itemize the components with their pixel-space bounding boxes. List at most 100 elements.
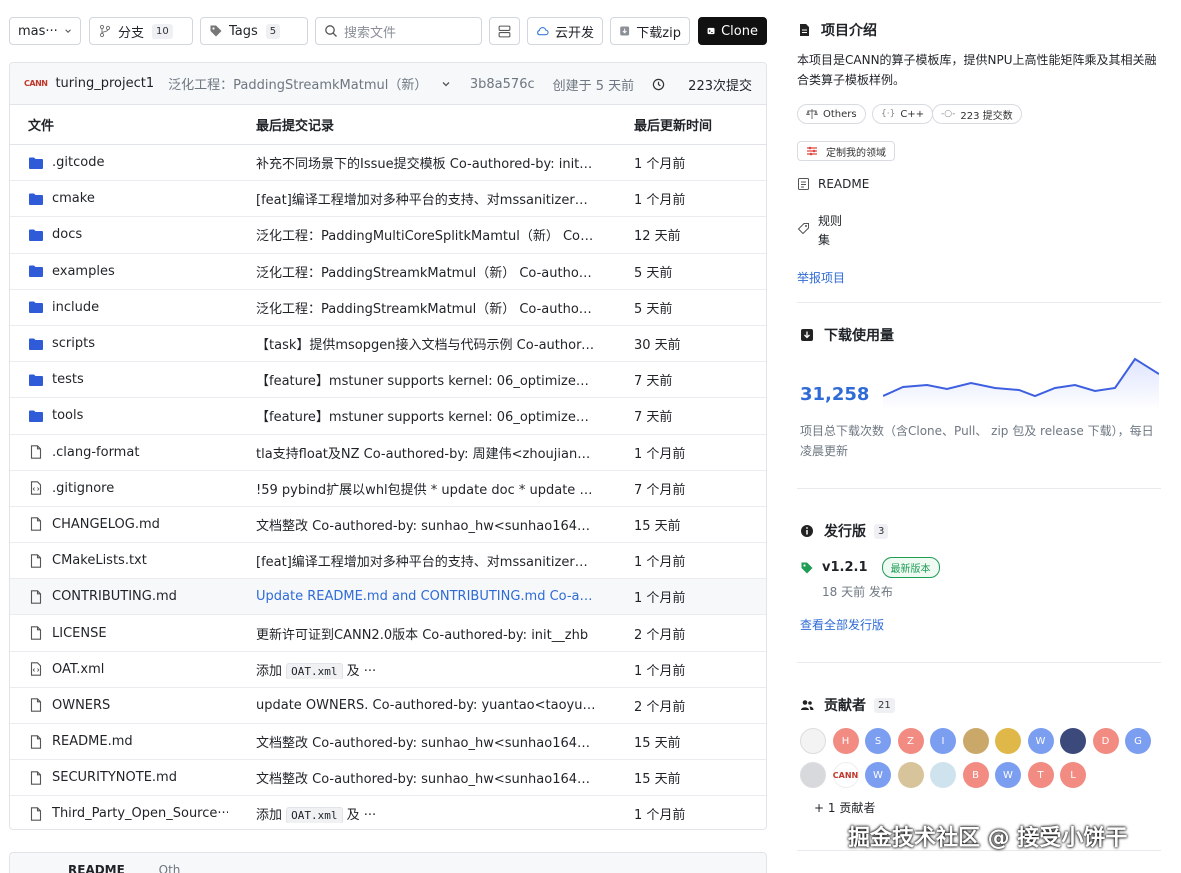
file-name-cell[interactable]: CHANGELOG.md [28, 517, 228, 532]
file-name-cell[interactable]: CONTRIBUTING.md [28, 589, 228, 604]
file-name-cell[interactable]: .gitcode [28, 155, 228, 170]
table-row[interactable]: OWNERS update OWNERS. Co-authored-by: yua… [10, 688, 766, 724]
commit-message-cell[interactable]: 文档整改 Co-authored-by: sunhao_hw<sunhao164… [256, 732, 596, 751]
file-name-cell[interactable]: docs [28, 227, 228, 242]
table-row[interactable]: scripts 【task】提供msopgen接入文档与代码示例 Co-autho… [10, 326, 766, 363]
storage-button[interactable] [489, 17, 520, 45]
readme-tab[interactable]: README [68, 863, 125, 873]
language-pill[interactable]: {·} C++ [872, 104, 934, 124]
commit-author[interactable]: turing_project1 [55, 76, 154, 91]
commit-message-cell[interactable]: 泛化工程：PaddingStreamkMatmul（新） Co-authored… [256, 298, 596, 317]
table-row[interactable]: .gitcode 补充不同场景下的Issue提交模板 Co-authored-by… [10, 145, 766, 182]
commit-message-cell[interactable]: 文档整改 Co-authored-by: sunhao_hw<sunhao164… [256, 768, 596, 787]
file-name-cell[interactable]: examples [28, 264, 228, 279]
file-search-input[interactable]: 搜索文件 [315, 17, 482, 45]
tags-button[interactable]: Tags 5 [200, 17, 308, 45]
custom-domain-pill[interactable]: 定制我的领域 [797, 141, 895, 161]
contributor-avatar[interactable]: S [865, 728, 891, 754]
file-name-cell[interactable]: .gitignore [28, 481, 228, 496]
license-pill[interactable]: Others [797, 104, 866, 124]
table-row[interactable]: LICENSE 更新许可证到CANN2.0版本 Co-authored-by: i… [10, 615, 766, 652]
file-name-cell[interactable]: include [28, 300, 228, 315]
commit-message-cell[interactable]: 泛化工程：PaddingStreamkMatmul（新） Co-authored… [256, 262, 596, 281]
commit-message-cell[interactable]: 更新许可证到CANN2.0版本 Co-authored-by: init__zh… [256, 624, 596, 643]
view-all-releases-link[interactable]: 查看全部发行版 [800, 616, 884, 633]
table-row[interactable]: include 泛化工程：PaddingStreamkMatmul（新） Co-a… [10, 290, 766, 326]
commit-message-cell[interactable]: Update README.md and CONTRIBUTING.md Co-… [256, 589, 596, 604]
file-name-cell[interactable]: scripts [28, 336, 228, 351]
commit-message-cell[interactable]: 补充不同场景下的Issue提交模板 Co-authored-by: init__… [256, 153, 596, 172]
file-name-cell[interactable]: CMakeLists.txt [28, 553, 228, 568]
file-name-cell[interactable]: OAT.xml [28, 662, 228, 677]
commit-message[interactable]: 泛化工程：PaddingStreamkMatmul（新） [168, 74, 427, 93]
contributor-avatar[interactable] [897, 762, 924, 788]
file-name-cell[interactable]: Third_Party_Open_Source··· [28, 806, 228, 821]
table-row[interactable]: CHANGELOG.md 文档整改 Co-authored-by: sunhao_… [10, 507, 766, 544]
contributor-avatar[interactable]: B [962, 762, 989, 788]
file-name-cell[interactable]: tests [28, 372, 228, 387]
commit-message-cell[interactable]: 文档整改 Co-authored-by: sunhao_hw<sunhao164… [256, 515, 596, 534]
download-zip-button[interactable]: 下载zip [610, 17, 690, 45]
branches-button[interactable]: 分支 10 [89, 17, 193, 45]
table-row[interactable]: CONTRIBUTING.md Update README.md and CONT… [10, 579, 766, 616]
commit-message-cell[interactable]: tla支持float及NZ Co-authored-by: 周建伟<zhouji… [256, 443, 596, 462]
readme-link[interactable]: README [797, 177, 869, 191]
table-row[interactable]: SECURITYNOTE.md 文档整改 Co-authored-by: sunh… [10, 760, 766, 797]
table-row[interactable]: docs 泛化工程：PaddingMultiCoreSplitkMamtul（新）… [10, 217, 766, 254]
other-tab[interactable]: Oth [159, 863, 181, 873]
commit-count-link[interactable]: 223次提交 [652, 75, 752, 94]
table-row[interactable]: OAT.xml 添加 OAT.xml 及 ··· 1 个月前 [10, 652, 766, 688]
chevron-down-icon[interactable] [441, 79, 451, 89]
file-name-cell[interactable]: README.md [28, 734, 228, 749]
commit-message-cell[interactable]: !59 pybind扩展以whl包提供 * update doc * updat… [256, 479, 596, 498]
more-contributors-link[interactable]: + 1 贡献者 [814, 799, 875, 816]
commit-message-cell[interactable]: 【task】提供msopgen接入文档与代码示例 Co-authored-by [256, 334, 596, 353]
commits-pill[interactable]: -○- 223 提交数 [932, 104, 1022, 124]
table-row[interactable]: examples 泛化工程：PaddingStreamkMatmul（新） Co-… [10, 254, 766, 290]
file-name-cell[interactable]: cmake [28, 191, 228, 206]
table-row[interactable]: tools 【feature】mstuner supports kernel: 0… [10, 398, 766, 435]
commit-message-cell[interactable]: 泛化工程：PaddingMultiCoreSplitkMamtul（新） Co-… [256, 225, 596, 244]
release-latest[interactable]: v1.2.1 最新版本 [800, 557, 940, 578]
contributor-avatar[interactable]: L [1060, 762, 1086, 788]
file-name-cell[interactable]: tools [28, 408, 228, 423]
commit-message-cell[interactable]: 【feature】mstuner supports kernel: 06_opt… [256, 406, 596, 425]
contributor-avatar[interactable]: H [832, 728, 859, 754]
file-name-cell[interactable]: .clang-format [28, 445, 228, 460]
cloud-dev-button[interactable]: 云开发 [527, 17, 603, 45]
file-name-cell[interactable]: OWNERS [28, 698, 228, 713]
report-link[interactable]: 举报项目 [797, 269, 845, 286]
contributor-avatar[interactable]: T [1027, 762, 1054, 788]
contributor-avatar[interactable]: W [1027, 728, 1054, 754]
commit-message-cell[interactable]: 添加 OAT.xml 及 ··· [256, 660, 596, 679]
rules-link[interactable]: 规则集 [797, 212, 846, 250]
table-row[interactable]: tests 【feature】mstuner supports kernel: 0… [10, 362, 766, 399]
contributor-avatar[interactable] [1060, 728, 1086, 754]
table-row[interactable]: CMakeLists.txt [feat]编译工程增加对多种平台的支持、对mssa… [10, 543, 766, 580]
commit-message-cell[interactable]: [feat]编译工程增加对多种平台的支持、对mssanitizer的支持 [256, 551, 596, 570]
commit-message-cell[interactable]: update OWNERS. Co-authored-by: yuantao<t… [256, 698, 596, 713]
contributor-avatar[interactable] [995, 728, 1021, 754]
contributor-avatar[interactable]: G [1125, 728, 1151, 754]
contributor-avatar[interactable]: W [995, 762, 1021, 788]
table-row[interactable]: cmake [feat]编译工程增加对多种平台的支持、对mssanitizer的支… [10, 181, 766, 218]
file-name-cell[interactable]: SECURITYNOTE.md [28, 770, 228, 785]
contributor-avatar[interactable] [962, 728, 989, 754]
file-name-cell[interactable]: LICENSE [28, 626, 228, 641]
contributor-avatar[interactable] [800, 762, 826, 788]
contributor-avatar[interactable] [930, 762, 956, 788]
branch-select[interactable]: mas··· [9, 17, 81, 45]
table-row[interactable]: .clang-format tla支持float及NZ Co-authored-b… [10, 435, 766, 471]
contributor-avatar[interactable]: W [865, 762, 891, 788]
contributor-avatar[interactable]: D [1092, 728, 1119, 754]
commit-message-cell[interactable]: [feat]编译工程增加对多种平台的支持、对mssanitizer的支持 [256, 189, 596, 208]
table-row[interactable]: .gitignore !59 pybind扩展以whl包提供 * update d… [10, 471, 766, 507]
contributor-avatar[interactable] [800, 728, 826, 754]
contributor-avatar[interactable]: I [930, 728, 956, 754]
commit-hash[interactable]: 3b8a576c [470, 77, 535, 92]
table-row[interactable]: Third_Party_Open_Source··· 添加 OAT.xml 及 ·… [10, 796, 766, 829]
commit-message-cell[interactable]: 【feature】mstuner supports kernel: 06_opt… [256, 370, 596, 389]
table-row[interactable]: README.md 文档整改 Co-authored-by: sunhao_hw<… [10, 724, 766, 761]
commit-message-cell[interactable]: 添加 OAT.xml 及 ··· [256, 804, 596, 824]
contributor-avatar[interactable]: Z [897, 728, 924, 754]
